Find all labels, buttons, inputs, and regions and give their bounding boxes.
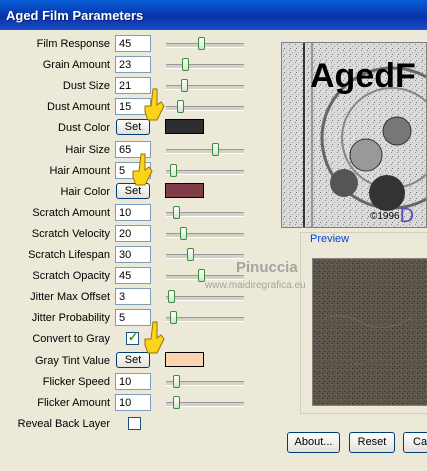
dust-color-swatch [165, 119, 204, 135]
plugin-logo-image: AgedF ©1996D [281, 42, 427, 228]
title-bar[interactable]: Aged Film Parameters [0, 0, 427, 30]
param-label: Dust Color [58, 122, 110, 135]
flicker-amount-slider-thumb[interactable] [173, 395, 180, 409]
hand-pointer-icon [132, 153, 153, 186]
param-row-hair-color: Hair Color Set [0, 182, 260, 203]
about-button[interactable]: About... [287, 432, 340, 453]
flicker-amount-input[interactable]: 10 [115, 393, 151, 411]
dust-amount-slider-thumb[interactable] [176, 100, 184, 114]
param-row-dust-color: Dust Color Set [0, 118, 260, 139]
param-row-scratch-velocity: Scratch Velocity 20 [0, 224, 260, 245]
param-row-hair-amount: Hair Amount 5 [0, 161, 260, 182]
hair-amount-slider-track[interactable] [166, 169, 244, 175]
param-label: Jitter Max Offset [30, 291, 110, 304]
jitter-max-offset-slider-track[interactable] [166, 296, 244, 302]
scratch-amount-input[interactable]: 10 [115, 203, 151, 221]
copyright-text: ©1996 [370, 211, 400, 222]
hand-pointer-icon [144, 321, 165, 354]
param-row-flicker-speed: Flicker Speed 10 [0, 372, 260, 393]
param-row-scratch-amount: Scratch Amount 10 [0, 203, 260, 224]
logo-copyright: ©1996D [370, 205, 415, 227]
scratch-velocity-input[interactable]: 20 [115, 224, 151, 242]
param-label: Hair Color [60, 185, 110, 198]
copyright-letter: D [399, 205, 415, 227]
param-row-film-response: Film Response 45 [0, 34, 260, 55]
param-label: Dust Size [62, 80, 110, 93]
param-row-reveal-back-layer: Reveal Back Layer [0, 414, 260, 435]
hair-color-swatch [165, 182, 204, 198]
scratch-velocity-slider-thumb[interactable] [180, 226, 187, 240]
hair-size-slider-thumb[interactable] [211, 142, 219, 156]
param-label: Scratch Lifespan [28, 249, 110, 261]
param-label: Film Response [36, 38, 110, 50]
hair-size-slider-track[interactable] [166, 148, 244, 154]
param-row-flicker-amount: Flicker Amount 10 [0, 393, 260, 414]
param-label: Flicker Amount [37, 396, 110, 409]
flicker-speed-input[interactable]: 10 [115, 372, 151, 390]
dust-size-slider-thumb[interactable] [180, 79, 188, 93]
param-label: Grain Amount [42, 59, 110, 72]
grain-amount-input[interactable]: 23 [115, 56, 151, 74]
hair-amount-slider-thumb[interactable] [169, 163, 177, 177]
param-row-hair-size: Hair Size 65 [0, 140, 260, 161]
gray-tint-value-swatch [165, 351, 204, 367]
checkmark-icon: ✓ [128, 330, 139, 345]
grain-amount-slider-thumb[interactable] [182, 58, 190, 72]
param-label: Flicker Speed [42, 375, 110, 388]
film-response-slider-track[interactable] [166, 43, 244, 48]
dust-size-slider-track[interactable] [166, 85, 244, 91]
preview-label: Preview [309, 233, 351, 245]
reveal-back-layer-checkbox[interactable] [128, 416, 141, 430]
flicker-speed-slider-thumb[interactable] [173, 374, 180, 388]
param-row-dust-amount: Dust Amount 15 [0, 97, 260, 118]
param-label: Scratch Velocity [31, 227, 110, 240]
param-label: Gray Tint Value [35, 354, 110, 367]
jitter-probability-slider-track[interactable] [166, 317, 244, 323]
scratch-opacity-input[interactable]: 45 [115, 267, 151, 285]
param-label: Scratch Opacity [32, 270, 110, 283]
scratch-lifespan-slider-thumb[interactable] [187, 248, 194, 261]
grain-amount-slider-track[interactable] [166, 64, 244, 70]
param-label: Hair Amount [49, 164, 110, 177]
scratch-lifespan-input[interactable]: 30 [115, 246, 151, 263]
scratch-lifespan-slider-track[interactable] [166, 254, 244, 259]
preview-texture [313, 259, 427, 405]
param-label: Hair Size [65, 143, 110, 156]
param-row-convert-to-gray: Convert to Gray ✓ [0, 329, 260, 350]
param-label: Convert to Gray [32, 333, 110, 346]
logo-title: AgedF [310, 57, 416, 95]
convert-to-gray-checkbox[interactable]: ✓ [126, 330, 139, 346]
param-label: Scratch Amount [32, 206, 110, 219]
jitter-probability-slider-thumb[interactable] [169, 311, 177, 325]
preview-image [312, 258, 427, 406]
scratch-velocity-slider-track[interactable] [166, 232, 244, 238]
param-label: Dust Amount [47, 101, 110, 114]
param-row-gray-tint-value: Gray Tint Value Set [0, 351, 260, 372]
watermark-name: Pinuccia [236, 259, 298, 276]
param-label: Jitter Probability [31, 312, 110, 325]
window-title: Aged Film Parameters [6, 8, 144, 23]
cancel-button[interactable]: Ca [403, 432, 427, 453]
reset-button[interactable]: Reset [349, 432, 395, 453]
param-row-jitter-probability: Jitter Probability 5 [0, 308, 260, 329]
jitter-max-offset-slider-thumb[interactable] [168, 290, 176, 304]
film-response-slider-thumb[interactable] [197, 37, 205, 50]
param-row-dust-size: Dust Size 21 [0, 76, 260, 97]
watermark-url: www.maidiregrafica.eu [205, 280, 306, 291]
param-row-scratch-lifespan: Scratch Lifespan 30 [0, 245, 260, 266]
hand-pointer-icon [144, 88, 165, 121]
jitter-max-offset-input[interactable]: 3 [115, 288, 151, 306]
scratch-opacity-slider-thumb[interactable] [197, 269, 205, 283]
param-label: Reveal Back Layer [17, 417, 110, 430]
param-row-grain-amount: Grain Amount 23 [0, 55, 260, 76]
scratch-amount-slider-thumb[interactable] [173, 205, 180, 219]
film-response-input[interactable]: 45 [115, 35, 151, 52]
